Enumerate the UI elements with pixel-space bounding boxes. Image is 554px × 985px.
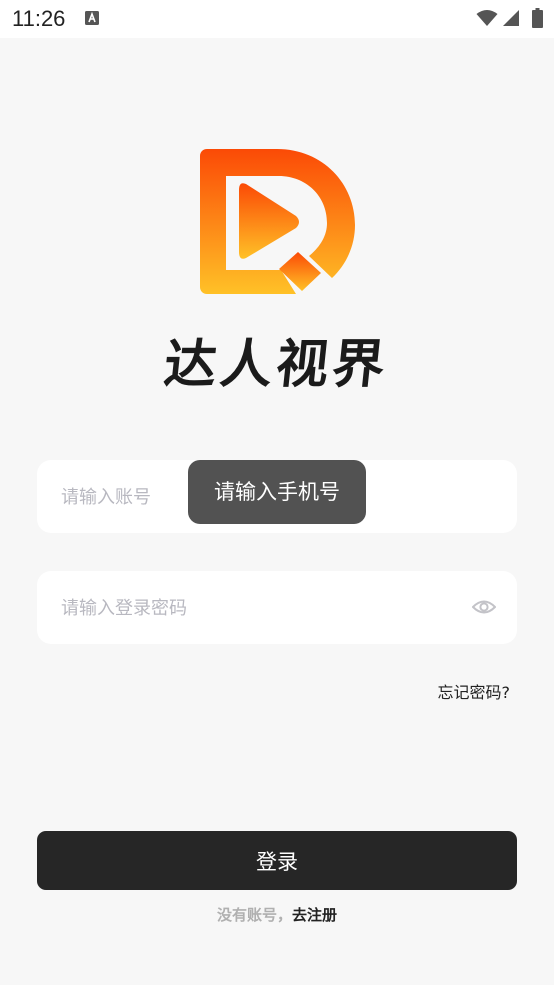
register-prompt: 没有账号， [216,906,292,924]
status-bar: 11:26 [0,0,554,38]
a-notification-icon [85,11,99,25]
register-link[interactable]: 去注册 [292,906,337,924]
forgot-password-link[interactable]: 忘记密码? [438,679,511,703]
eye-icon[interactable] [472,597,496,617]
app-logo-icon [200,149,355,294]
status-time: 11:26 [12,6,66,31]
password-field[interactable] [37,571,517,646]
signal-icon [503,10,519,26]
toast-message: 请输入手机号 [188,460,366,524]
brand-name: 达人视界 [161,334,392,395]
password-input[interactable] [59,571,463,646]
login-button[interactable]: 登录 [37,831,517,890]
battery-icon [532,8,543,28]
wifi-icon [476,10,498,26]
register-row: 没有账号，去注册 [0,904,554,925]
